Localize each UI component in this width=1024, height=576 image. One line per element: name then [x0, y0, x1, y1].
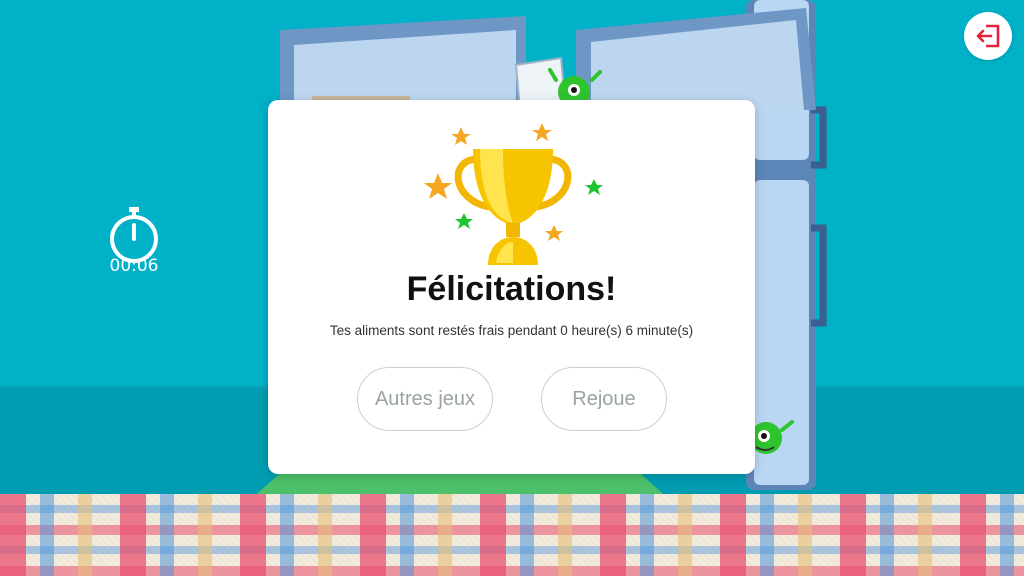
timer-display: 00:06: [109, 256, 159, 276]
star-icon: [585, 179, 603, 195]
congratulations-dialog: Félicitations! Tes aliments sont restés …: [268, 100, 755, 474]
star-icon: [424, 173, 452, 199]
star-icon: [455, 213, 473, 229]
tablecloth: [0, 494, 1024, 576]
other-games-button[interactable]: Autres jeux: [357, 367, 493, 431]
exit-button[interactable]: [964, 12, 1012, 60]
star-icon: [451, 127, 471, 145]
trophy-icon: [424, 123, 603, 265]
result-message: Tes aliments sont restés frais pendant 0…: [329, 323, 694, 338]
star-icon: [532, 123, 552, 141]
star-icon: [545, 225, 563, 241]
replay-button[interactable]: Rejoue: [541, 367, 667, 431]
dialog-title: Félicitations!: [406, 270, 617, 308]
exit-icon: [976, 24, 1000, 48]
